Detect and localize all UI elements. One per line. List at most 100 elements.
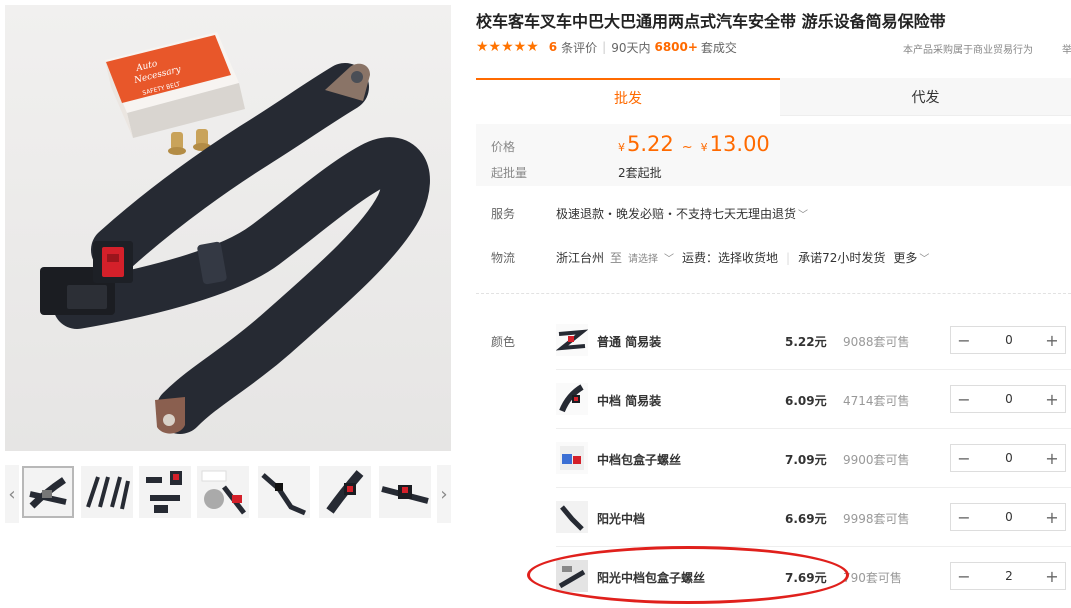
quantity-stepper: − + [950, 503, 1066, 531]
variant-stock: 790套可售 [843, 571, 902, 585]
variant-thumbnail[interactable] [556, 501, 588, 533]
plus-icon[interactable]: + [1039, 563, 1065, 589]
plus-icon[interactable]: + [1039, 386, 1065, 412]
quantity-input[interactable] [983, 563, 1035, 589]
quantity-stepper: − + [950, 444, 1066, 472]
quantity-input[interactable] [983, 386, 1035, 412]
minus-icon[interactable]: − [951, 445, 977, 471]
price-max: 13.00 [709, 132, 770, 156]
variant-thumbnail[interactable] [556, 383, 588, 415]
thumbnail-5[interactable] [258, 466, 310, 518]
variant-thumbnail[interactable] [555, 324, 589, 356]
quantity-stepper: − + [950, 562, 1066, 590]
variant-row: 普通 简易装 5.22元 9088套可售 − + [555, 311, 1071, 370]
thumbnail-7[interactable] [379, 466, 431, 518]
variant-row: 中档 简易装 6.09元 4714套可售 − + [556, 370, 1071, 429]
thumbnail-1-image [29, 477, 67, 509]
minus-icon[interactable]: − [951, 504, 977, 530]
variant-price: 7.09元 [785, 453, 827, 467]
logistics-separator: | [786, 250, 791, 265]
thumb-next-arrow-icon[interactable]: › [437, 465, 451, 523]
thumbnail-1[interactable] [22, 466, 74, 518]
tab-dropship[interactable]: 代发 [780, 78, 1071, 116]
variant-name: 中档包盒子螺丝 [597, 453, 682, 467]
seat-belt-photo: Auto Necessary SAFETY BELT [40, 32, 430, 434]
review-count-link[interactable]: 6 [549, 40, 557, 54]
plus-icon[interactable]: + [1039, 445, 1065, 471]
thumbnail-2[interactable] [81, 466, 133, 518]
rating-separator: | [602, 40, 607, 54]
safety-belt-box: Auto Necessary SAFETY BELT [105, 32, 245, 138]
report-link[interactable]: 举 [1062, 41, 1071, 56]
variant-row: 阳光中档包盒子螺丝 7.69元 790套可售 − + [556, 547, 1071, 606]
variant-thumbnail-image [555, 329, 589, 351]
variant-price: 6.09元 [785, 394, 827, 408]
sold-label: 套成交 [700, 40, 737, 55]
variant-stock: 4714套可售 [843, 394, 910, 408]
moq-label: 起批量 [491, 166, 528, 180]
variant-thumbnail[interactable] [556, 442, 588, 474]
plus-icon[interactable]: + [1039, 327, 1065, 353]
currency-symbol-2: ¥ [700, 141, 708, 154]
variant-price: 7.69元 [785, 571, 827, 585]
thumbnail-6[interactable] [319, 466, 371, 518]
quantity-input[interactable] [983, 504, 1035, 530]
more-link[interactable]: 更多 [893, 249, 917, 266]
origin-location: 浙江台州 [556, 251, 605, 265]
variant-thumbnail-image [556, 501, 588, 533]
variant-name: 中档 简易装 [597, 394, 662, 408]
variant-price: 6.69元 [785, 512, 827, 526]
currency-symbol: ¥ [618, 141, 625, 154]
destination-select[interactable]: 请选择 [628, 250, 658, 265]
product-title: 校车客车叉车中巴大巴通用两点式汽车安全带 游乐设备简易保险带 [476, 12, 946, 31]
logistics-row: 浙江台州 至 请选择 ﹀ 运费：选择收货地 | 承诺72小时发货 更多 ﹀ [556, 249, 929, 266]
rating-row: ★★★★★ 6 条评价 | 90天内 6800+ 套成交 [476, 39, 737, 55]
tab-wholesale[interactable]: 批发 [476, 78, 780, 116]
chevron-down-icon: ﹀ [798, 210, 809, 221]
sales-period-label: 90天内 [611, 40, 651, 55]
thumbnail-4[interactable] [197, 466, 249, 518]
minus-icon[interactable]: − [951, 563, 977, 589]
logistics-label: 物流 [491, 251, 516, 265]
product-main-image[interactable]: Auto Necessary SAFETY BELT [5, 5, 451, 451]
trade-notice: 本产品采购属于商业贸易行为 [903, 45, 1033, 56]
color-label: 颜色 [491, 335, 516, 349]
service-value: 极速退款・晚发必赔・不支持七天无理由退货 [556, 207, 797, 221]
price-min: 5.22 [627, 132, 674, 156]
thumbnail-6-image [326, 470, 364, 514]
shipping-promise: 承诺72小时发货 [798, 251, 886, 265]
price-box: 价格 ¥ 5.22 ~ ¥ 13.00 起批量 2套起批 [476, 124, 1071, 186]
service-dropdown[interactable]: 极速退款・晚发必赔・不支持七天无理由退货 ﹀ [556, 205, 808, 222]
variant-name: 普通 简易装 [597, 335, 662, 349]
plus-icon[interactable]: + [1039, 504, 1065, 530]
thumbnail-7-image [381, 485, 429, 504]
quantity-stepper: − + [950, 326, 1066, 354]
quantity-input[interactable] [983, 445, 1035, 471]
sold-count: 6800+ [654, 40, 698, 54]
to-label: 至 [610, 251, 623, 265]
variant-thumbnail[interactable] [556, 560, 588, 592]
moq-value: 2套起批 [618, 166, 662, 180]
variant-thumbnail-image [559, 384, 584, 413]
star-rating-icon: ★★★★★ [476, 39, 539, 55]
variant-row: 中档包盒子螺丝 7.09元 9900套可售 − + [556, 429, 1071, 488]
thumbnail-3[interactable] [139, 466, 191, 518]
section-divider [476, 293, 1071, 294]
price-tilde: ~ [681, 140, 693, 155]
chevron-down-icon[interactable]: ﹀ [664, 250, 674, 265]
minus-icon[interactable]: − [951, 386, 977, 412]
chevron-down-icon[interactable]: ﹀ [919, 250, 929, 265]
price-range: ¥ 5.22 ~ ¥ 13.00 [618, 132, 770, 156]
variant-name: 阳光中档包盒子螺丝 [597, 571, 706, 585]
variant-thumbnail-image [560, 446, 584, 470]
variant-stock: 9900套可售 [843, 453, 910, 467]
minus-icon[interactable]: − [951, 327, 977, 353]
thumbnail-3-image [146, 471, 182, 513]
variant-name: 阳光中档 [597, 512, 646, 526]
thumb-prev-arrow-icon[interactable]: ‹ [5, 465, 19, 523]
purchase-tabs: 批发 代发 [476, 78, 1071, 116]
quantity-stepper: − + [950, 385, 1066, 413]
review-label: 条评价 [561, 40, 598, 55]
quantity-input[interactable] [983, 327, 1035, 353]
variant-stock: 9998套可售 [843, 512, 910, 526]
